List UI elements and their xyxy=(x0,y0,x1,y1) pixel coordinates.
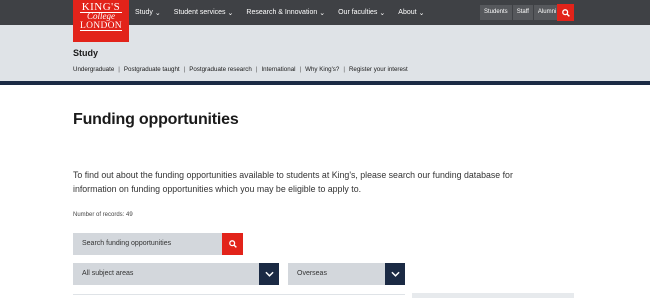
logo-rule xyxy=(80,12,122,13)
logo-line-2: College xyxy=(87,11,115,21)
search-icon xyxy=(228,240,237,248)
fee-status-dropdown-button[interactable] xyxy=(385,263,405,285)
kings-college-london-logo[interactable]: KING'S College LONDON xyxy=(73,0,129,42)
nav-item-research-innovation[interactable]: Research & Innovation ⌄ xyxy=(246,9,325,17)
nav-item-label: Our faculties xyxy=(338,9,378,16)
subnav-separator: | xyxy=(343,66,345,73)
subnav-link-register-interest[interactable]: Register your interest xyxy=(349,66,408,73)
nav-item-student-services[interactable]: Student services ⌄ xyxy=(174,9,234,17)
nav-item-label: About xyxy=(398,9,417,16)
audience-links: Students Staff Alumni xyxy=(480,5,561,20)
subnav-link-why-kings[interactable]: Why King's? xyxy=(305,66,339,73)
subject-area-value: All subject areas xyxy=(82,270,134,277)
fee-status-select[interactable]: Overseas xyxy=(288,263,405,285)
results-divider xyxy=(73,294,405,295)
nav-item-label: Research & Innovation xyxy=(246,9,318,16)
subnav-separator: | xyxy=(183,66,186,73)
record-count: Number of records: 49 xyxy=(73,212,133,218)
chevron-down-icon: ⌄ xyxy=(154,9,161,17)
subnav-separator: | xyxy=(255,66,258,73)
main-nav: Study ⌄ Student services ⌄ Research & In… xyxy=(135,0,437,25)
funding-search-button[interactable] xyxy=(222,233,243,255)
chevron-down-icon xyxy=(264,271,274,277)
subnav-link-undergraduate[interactable]: Undergraduate xyxy=(73,66,114,73)
nav-item-label: Study xyxy=(135,9,153,16)
chevron-down-icon: ⌄ xyxy=(319,9,326,17)
section-divider xyxy=(0,81,650,85)
nav-item-about[interactable]: About ⌄ xyxy=(398,9,424,17)
nav-item-label: Student services xyxy=(173,9,226,16)
site-search-button[interactable] xyxy=(557,4,574,21)
fee-status-value: Overseas xyxy=(297,270,327,277)
nav-item-our-faculties[interactable]: Our faculties ⌄ xyxy=(338,9,385,17)
logo-rule xyxy=(80,30,122,31)
subnav-link-international[interactable]: International xyxy=(261,66,295,73)
chevron-down-icon: ⌄ xyxy=(418,9,425,17)
chevron-down-icon: ⌄ xyxy=(379,9,386,17)
nav-item-study[interactable]: Study ⌄ xyxy=(135,9,161,17)
search-icon xyxy=(561,8,570,17)
audience-students-button[interactable]: Students xyxy=(480,5,512,20)
chevron-down-icon xyxy=(390,271,400,277)
subnav-separator: | xyxy=(299,66,302,73)
section-title: Study xyxy=(73,48,99,58)
intro-text: To find out about the funding opportunit… xyxy=(73,170,513,194)
page-title: Funding opportunities xyxy=(73,111,239,128)
subject-area-dropdown-button[interactable] xyxy=(259,263,279,285)
subject-area-select[interactable]: All subject areas xyxy=(73,263,279,285)
audience-staff-button[interactable]: Staff xyxy=(512,5,533,20)
subnav-link-postgraduate-research[interactable]: Postgraduate research xyxy=(189,66,252,73)
subnav-link-postgraduate-taught[interactable]: Postgraduate taught xyxy=(124,66,180,73)
funding-search-input[interactable]: Search funding opportunities xyxy=(73,233,222,255)
sidebar-panel xyxy=(412,293,574,298)
chevron-down-icon: ⌄ xyxy=(227,9,234,17)
section-subnav: Undergraduate | Postgraduate taught | Po… xyxy=(73,66,408,73)
subnav-separator: | xyxy=(118,66,120,73)
